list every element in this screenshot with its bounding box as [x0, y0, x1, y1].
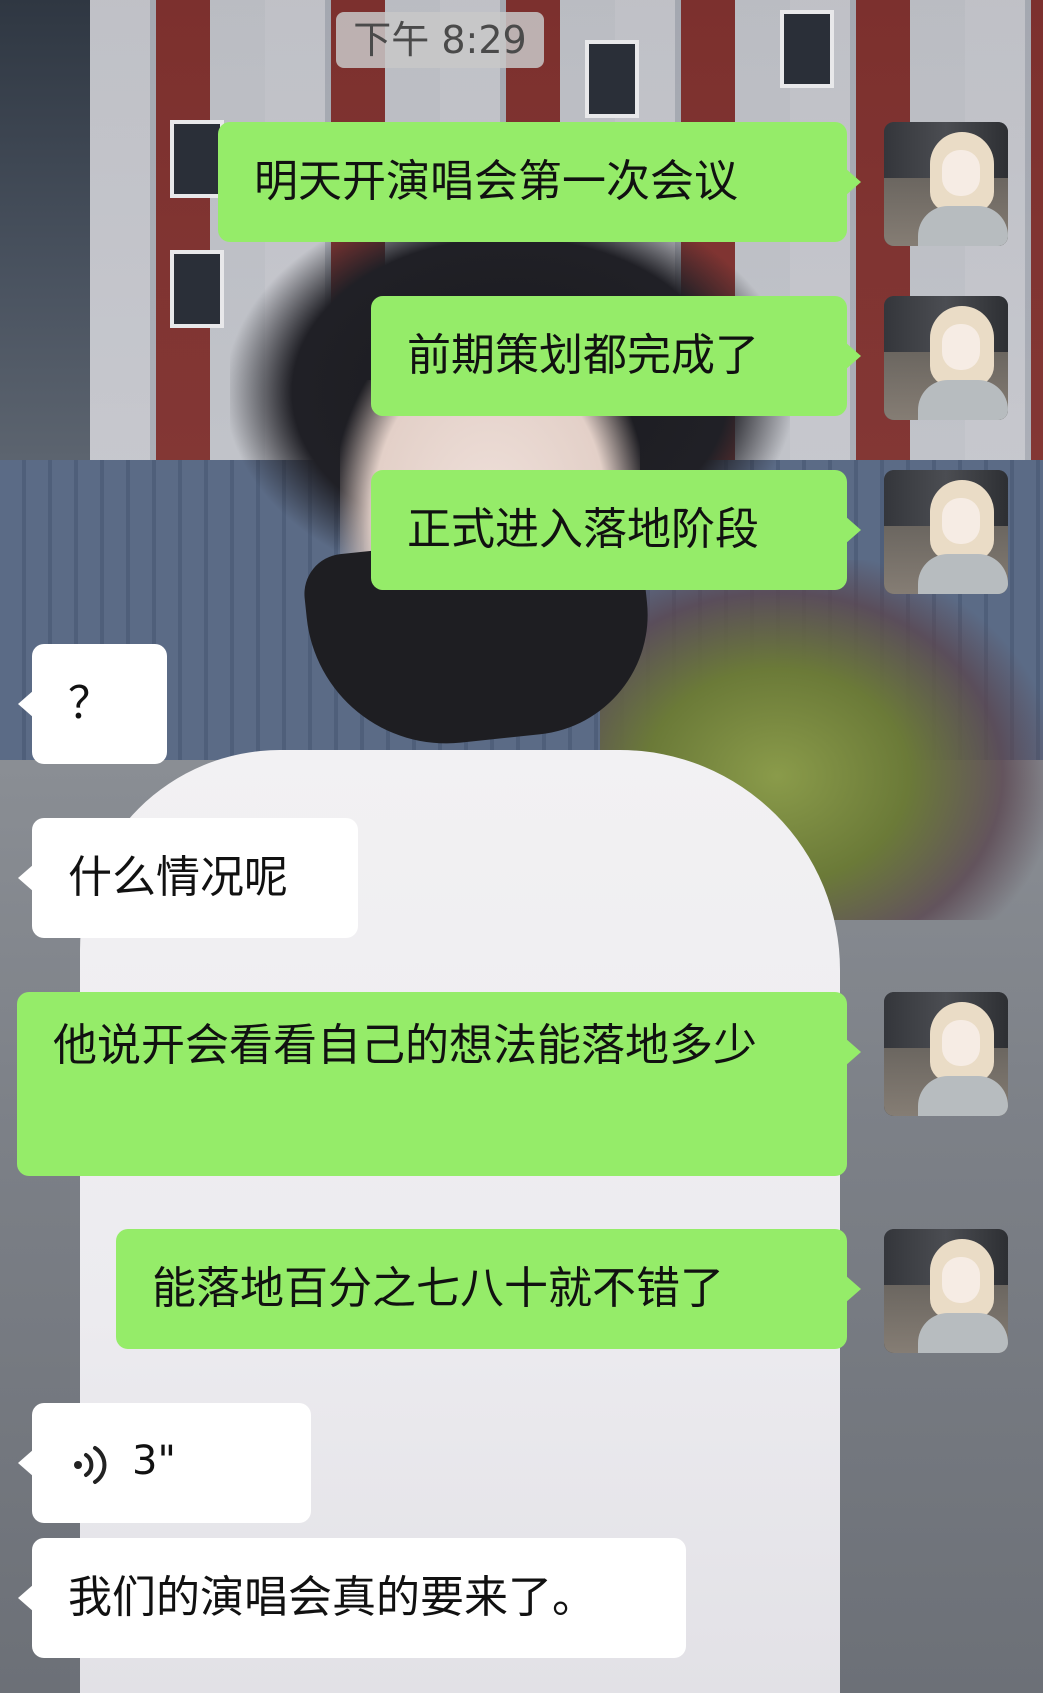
message-text: 能落地百分之七八十就不错了 — [152, 1263, 724, 1314]
message-text: 他说开会看看自己的想法能落地多少 — [53, 1020, 757, 1071]
sent-message-bubble[interactable]: 明天开演唱会第一次会议 — [218, 122, 861, 242]
self-avatar[interactable] — [884, 296, 1008, 420]
received-message-bubble[interactable]: ？ — [18, 644, 167, 764]
message-text: 我们的演唱会真的要来了。 — [68, 1572, 596, 1623]
self-avatar[interactable] — [884, 470, 1008, 594]
sent-message-bubble[interactable]: 正式进入落地阶段 — [371, 470, 861, 590]
message-text: 前期策划都完成了 — [407, 330, 759, 381]
voice-wave-icon — [74, 1446, 107, 1484]
message-text: 正式进入落地阶段 — [407, 504, 759, 555]
self-avatar[interactable] — [884, 1229, 1008, 1353]
received-message-bubble[interactable]: 什么情况呢 — [18, 818, 358, 938]
message-text: 什么情况呢 — [68, 852, 288, 903]
voice-duration: 3" — [132, 1438, 176, 1484]
message-text: ？ — [68, 678, 112, 729]
received-message-bubble[interactable]: 我们的演唱会真的要来了。 — [18, 1538, 686, 1658]
sent-message-bubble[interactable]: 能落地百分之七八十就不错了 — [116, 1229, 861, 1349]
sent-message-bubble[interactable]: 他说开会看看自己的想法能落地多少 — [17, 992, 861, 1176]
self-avatar[interactable] — [884, 992, 1008, 1116]
message-text: 明天开演唱会第一次会议 — [254, 156, 738, 207]
voice-message-bubble[interactable]: 3" — [18, 1403, 311, 1523]
sent-message-bubble[interactable]: 前期策划都完成了 — [371, 296, 861, 416]
self-avatar[interactable] — [884, 122, 1008, 246]
message-timestamp: 下午 8:29 — [336, 12, 544, 68]
